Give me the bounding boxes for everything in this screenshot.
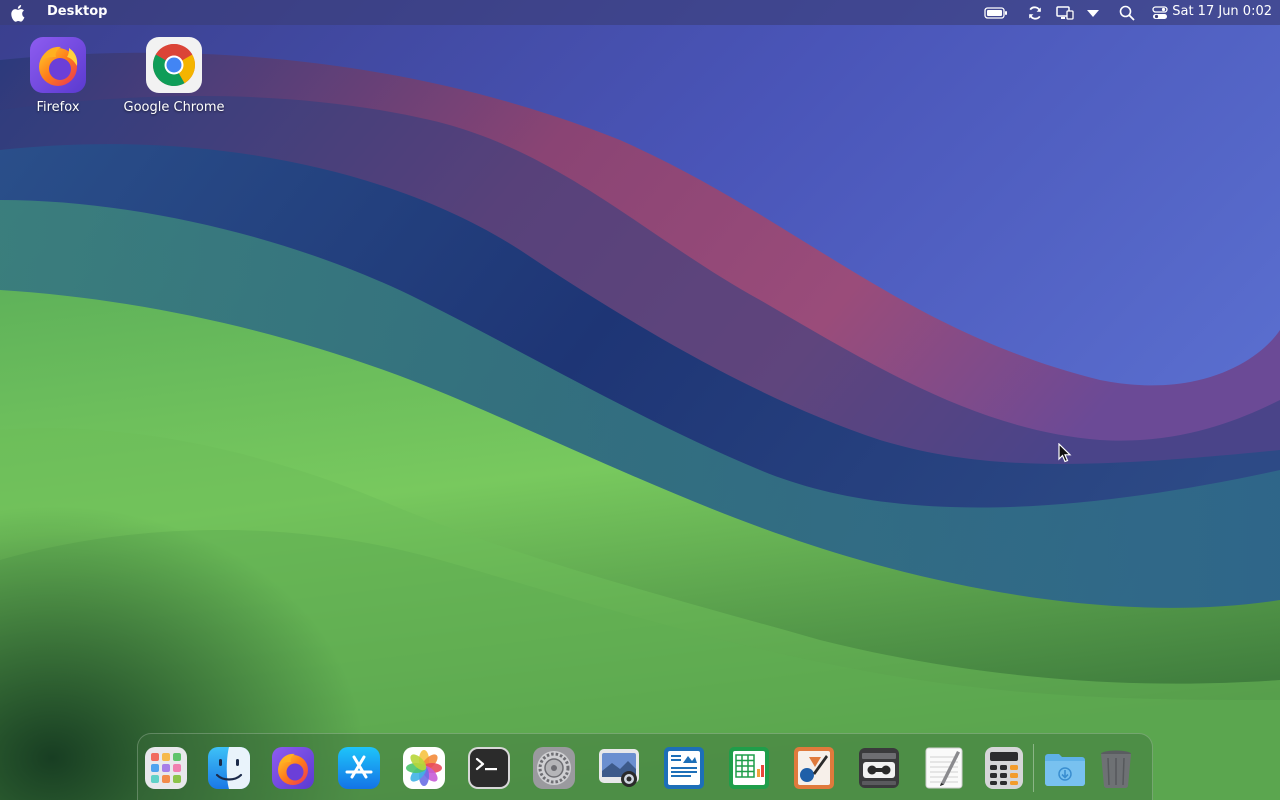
apple-logo-icon[interactable] <box>9 3 29 22</box>
downloads-folder-icon[interactable] <box>1042 745 1088 791</box>
dock <box>137 733 1153 800</box>
finder-icon[interactable] <box>206 745 252 791</box>
calculator-icon[interactable] <box>981 745 1027 791</box>
trash-icon[interactable] <box>1093 745 1139 791</box>
desktop-icon-label: Firefox <box>36 100 80 115</box>
clock[interactable]: Sat 17 Jun 0:02 <box>1172 4 1272 19</box>
firefox-icon[interactable] <box>270 745 316 791</box>
display-icon[interactable] <box>1055 3 1075 22</box>
app-menu-title[interactable]: Desktop <box>47 4 107 19</box>
dock-separator <box>1033 744 1034 792</box>
terminal-icon[interactable] <box>466 745 512 791</box>
screenshot-icon[interactable] <box>596 745 642 791</box>
battery-icon[interactable] <box>984 3 1008 22</box>
draw-icon[interactable] <box>791 745 837 791</box>
launchpad-icon[interactable] <box>143 745 189 791</box>
desktop-icon-google-chrome[interactable]: Google Chrome <box>119 36 229 115</box>
writer-icon[interactable] <box>661 745 707 791</box>
dropdown-triangle-icon[interactable] <box>1083 3 1103 22</box>
tape-recorder-icon[interactable] <box>856 745 902 791</box>
mouse-pointer-icon <box>1058 442 1072 463</box>
calc-icon[interactable] <box>726 745 772 791</box>
app-store-icon[interactable] <box>336 745 382 791</box>
chrome-icon <box>145 36 203 94</box>
firefox-icon <box>29 36 87 94</box>
text-editor-icon[interactable] <box>921 745 967 791</box>
desktop-icon-firefox[interactable]: Firefox <box>3 36 113 115</box>
search-icon[interactable] <box>1117 3 1137 22</box>
menu-bar: Desktop Sat 17 Jun 0:02 <box>0 0 1280 25</box>
control-center-icon[interactable] <box>1150 3 1170 22</box>
desktop-wallpaper <box>0 0 1280 800</box>
system-settings-icon[interactable] <box>531 745 577 791</box>
desktop-icon-label: Google Chrome <box>123 100 225 115</box>
sync-icon[interactable] <box>1025 3 1045 22</box>
photos-icon[interactable] <box>401 745 447 791</box>
